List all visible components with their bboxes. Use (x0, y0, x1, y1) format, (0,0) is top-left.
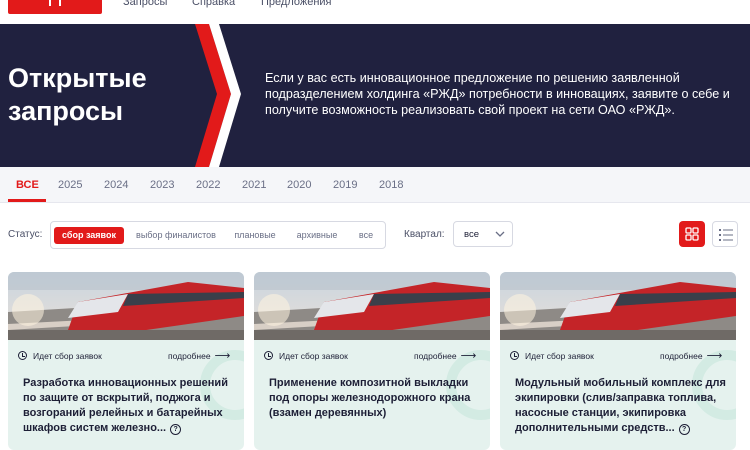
card-more-link[interactable]: подробнее ⟶ (168, 350, 230, 362)
card-status: Идет сбор заявок (510, 350, 594, 362)
page-title: Открытые запросы (8, 63, 147, 126)
clock-icon (264, 351, 273, 360)
active-tab-underline (8, 199, 46, 202)
list-view-icon (719, 229, 733, 241)
request-card[interactable]: Идет сбор заявок подробнее ⟶ Применение к… (254, 272, 490, 450)
quarter-select[interactable]: все (453, 221, 513, 247)
request-card[interactable]: Идет сбор заявок подробнее ⟶ Разработка и… (8, 272, 244, 450)
tab-year-2025[interactable]: 2025 (58, 178, 82, 192)
logo-mark-icon (49, 0, 61, 6)
card-more-link[interactable]: подробнее ⟶ (660, 350, 722, 362)
card-title: Разработка инновационных решений по защи… (23, 377, 228, 435)
tab-year-2022[interactable]: 2022 (196, 178, 220, 192)
clock-icon (18, 351, 27, 360)
hero-description: Если у вас есть инновационное предложени… (265, 71, 730, 117)
arrow-right-icon: ⟶ (706, 350, 723, 362)
train-photo (254, 272, 490, 340)
grid-view-icon (685, 227, 699, 241)
status-chip-archived[interactable]: архивные (292, 227, 342, 244)
card-title: Модульный мобильный комплекс для экипиро… (515, 377, 726, 435)
quarter-select-value: все (464, 229, 479, 240)
tab-year-2024[interactable]: 2024 (104, 178, 128, 192)
chevron-down-icon (495, 231, 505, 237)
train-photo (8, 272, 244, 340)
top-navigation: Запросы Справка Предложения (0, 0, 750, 24)
tab-year-2019[interactable]: 2019 (333, 178, 357, 192)
tab-year-2018[interactable]: 2018 (379, 178, 403, 192)
year-tabs: ВСЕ 2025 2024 2023 2022 2021 2020 2019 2… (0, 167, 750, 203)
tab-year-all[interactable]: ВСЕ (16, 178, 39, 192)
status-label: Статус: (8, 229, 43, 240)
tab-year-2023[interactable]: 2023 (150, 178, 174, 192)
nav-link-requests[interactable]: Запросы (123, 0, 167, 9)
arrow-right-icon: ⟶ (214, 350, 231, 362)
train-photo (500, 272, 736, 340)
rzd-logo[interactable] (8, 0, 102, 14)
status-chip-planned[interactable]: плановые (230, 227, 280, 244)
status-filter: сбор заявок выбор финалистов плановые ар… (50, 221, 386, 249)
status-chip-collecting[interactable]: сбор заявок (54, 227, 124, 244)
nav-link-proposals[interactable]: Предложения (261, 0, 332, 9)
request-card[interactable]: Идет сбор заявок подробнее ⟶ Модульный мо… (500, 272, 736, 450)
quarter-label: Квартал: (404, 229, 445, 240)
clock-icon (510, 351, 519, 360)
card-status: Идет сбор заявок (264, 350, 348, 362)
question-icon[interactable]: ? (170, 424, 182, 435)
hero-banner: Открытые запросы Если у вас есть инновац… (0, 24, 750, 167)
tab-year-2020[interactable]: 2020 (287, 178, 311, 192)
question-icon[interactable]: ? (678, 424, 690, 435)
status-chip-finalists[interactable]: выбор финалистов (130, 227, 222, 244)
nav-link-help[interactable]: Справка (192, 0, 235, 9)
card-more-link[interactable]: подробнее ⟶ (414, 350, 476, 362)
card-status: Идет сбор заявок (18, 350, 102, 362)
grid-view-button[interactable] (679, 221, 705, 247)
status-chip-all[interactable]: все (352, 227, 380, 244)
tab-year-2021[interactable]: 2021 (242, 178, 266, 192)
arrow-right-icon: ⟶ (460, 350, 477, 362)
list-view-button[interactable] (712, 221, 738, 247)
card-title: Применение композитной выкладки под опор… (269, 377, 471, 419)
